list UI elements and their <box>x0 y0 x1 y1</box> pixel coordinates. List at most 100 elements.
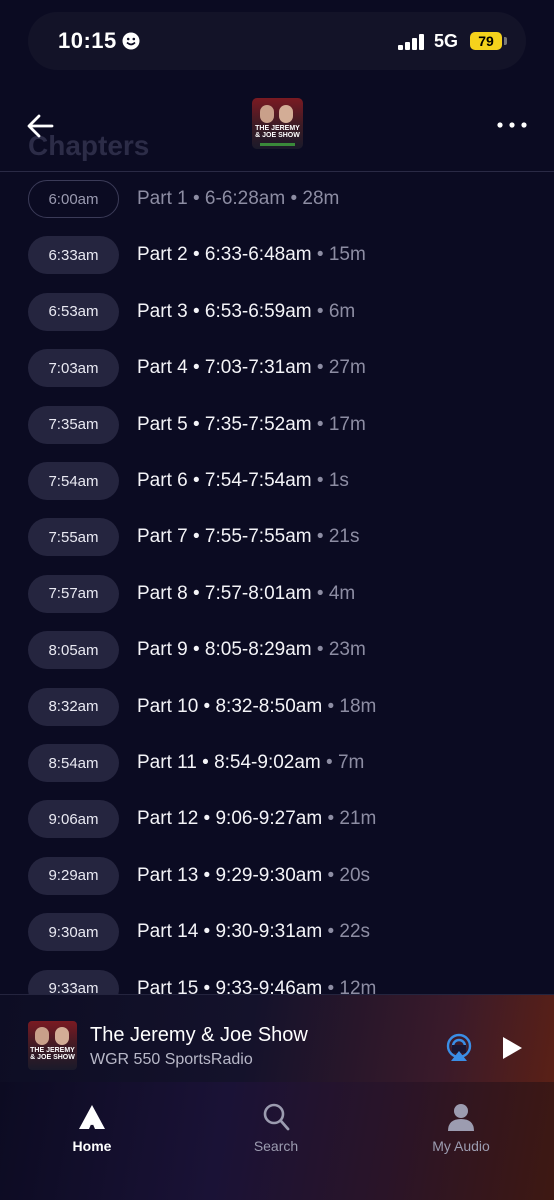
chapter-row[interactable]: 7:57am Part 8 • 7:57-8:01am • 4m <box>0 574 554 615</box>
chapter-time-chip[interactable]: 6:33am <box>28 236 119 275</box>
separator-dot: • <box>187 526 205 548</box>
chapter-list: 6:00am Part 1 • 6-6:28am • 28m 6:33am Part … <box>0 172 554 994</box>
person-icon <box>448 1104 474 1131</box>
chapter-duration: 4m <box>328 582 356 604</box>
chapter-time-chip[interactable]: 9:30am <box>28 913 119 952</box>
chapter-time-chip[interactable]: 6:53am <box>28 292 119 331</box>
chapter-duration: 22s <box>339 921 371 943</box>
chapter-duration: 27m <box>328 357 366 379</box>
chapter-time-chip[interactable]: 7:35am <box>28 405 119 444</box>
separator-dot: • <box>322 808 340 830</box>
tab-my-audio-label: My Audio <box>432 1138 490 1154</box>
chapter-time-chip[interactable]: 7:55am <box>28 518 119 557</box>
chapter-part: Part 3 <box>137 300 188 322</box>
chapter-part: Part 14 <box>137 921 199 943</box>
chapter-range: 6-6:28am <box>204 188 286 209</box>
chapter-time-chip[interactable]: 7:57am <box>28 574 119 613</box>
chapter-time-chip[interactable]: 7:54am <box>28 462 119 500</box>
chapter-part: Part 11 <box>137 752 197 773</box>
tab-home[interactable]: Home <box>32 1102 152 1162</box>
airplay-icon[interactable] <box>444 1033 474 1063</box>
chapter-duration: 6m <box>328 300 356 322</box>
chapter-range: 6:53-6:59am <box>204 300 312 322</box>
mini-player-title: The Jeremy & Joe Show <box>90 1024 308 1046</box>
chapter-range: 8:54-9:02am <box>214 752 321 773</box>
chapter-label: Part 10 • 8:32-8:50am • 18m <box>137 696 376 718</box>
chapter-time-chip[interactable]: 9:33am <box>28 969 119 994</box>
chapter-duration: 21m <box>339 808 377 830</box>
chapter-time-chip[interactable]: 6:00am <box>28 180 119 218</box>
chapter-range: 9:29-9:30am <box>215 864 323 886</box>
separator-dot: • <box>311 526 329 548</box>
chapter-row[interactable]: 6:00am Part 1 • 6-6:28am • 28m <box>0 180 554 220</box>
chapter-part: Part 12 <box>137 808 199 830</box>
chapter-label: Part 8 • 7:57-8:01am • 4m <box>137 583 355 605</box>
separator-dot: • <box>322 977 340 994</box>
separator-dot: • <box>198 695 216 717</box>
chapter-range: 7:35-7:52am <box>204 413 312 435</box>
chapter-duration: 17m <box>328 413 366 435</box>
chapter-duration: 15m <box>328 244 366 266</box>
chapter-part: Part 10 <box>137 695 199 717</box>
chapter-range: 7:54-7:54am <box>204 470 312 491</box>
chapter-label: Part 11 • 8:54-9:02am • 7m <box>137 752 364 774</box>
home-logo-icon <box>79 1105 105 1129</box>
battery-indicator: 79 <box>470 32 502 50</box>
chapter-row[interactable]: 8:32am Part 10 • 8:32-8:50am • 18m <box>0 687 554 728</box>
chapter-row[interactable]: 6:33am Part 2 • 6:33-6:48am • 15m <box>0 236 554 276</box>
tab-my-audio[interactable]: My Audio <box>401 1102 521 1162</box>
tab-home-label: Home <box>72 1138 112 1154</box>
chapter-label: Part 3 • 6:53-6:59am • 6m <box>137 301 355 323</box>
chapter-part: Part 1 <box>137 188 188 209</box>
tab-search[interactable]: Search <box>216 1102 336 1162</box>
chapter-time-chip[interactable]: 9:06am <box>28 800 119 839</box>
search-icon <box>263 1103 290 1131</box>
more-icon[interactable] <box>494 118 530 132</box>
chapter-time-chip[interactable]: 8:05am <box>28 631 119 670</box>
separator-dot: • <box>320 752 338 773</box>
chapter-time-chip[interactable]: 7:03am <box>28 349 119 388</box>
host-photo-left <box>35 1027 49 1045</box>
chapter-range: 6:33-6:48am <box>204 244 312 266</box>
chapter-row[interactable]: 7:55am Part 7 • 7:55-7:55am • 21s <box>0 518 554 558</box>
chapter-row[interactable]: 9:29am Part 13 • 9:29-9:30am • 20s <box>0 856 554 897</box>
chapter-row[interactable]: 9:33am Part 15 • 9:33-9:46am • 12m <box>0 969 554 994</box>
chapter-time-chip[interactable]: 9:29am <box>28 856 119 895</box>
separator-dot: • <box>311 244 329 266</box>
chapter-row[interactable]: 8:05am Part 9 • 8:05-8:29am • 23m <box>0 631 554 671</box>
chapter-time-chip[interactable]: 8:54am <box>28 744 119 782</box>
separator-dot: • <box>187 188 205 209</box>
back-arrow-icon[interactable] <box>22 108 62 144</box>
chapter-label: Part 7 • 7:55-7:55am • 21s <box>137 526 359 548</box>
chapter-label: Part 15 • 9:33-9:46am • 12m <box>137 978 376 994</box>
host-photo-right <box>279 105 293 123</box>
chapter-row[interactable]: 6:53am Part 3 • 6:53-6:59am • 6m <box>0 292 554 333</box>
chapter-label: Part 9 • 8:05-8:29am • 23m <box>137 639 366 661</box>
chapter-row[interactable]: 7:54am Part 6 • 7:54-7:54am • 1s <box>0 462 554 502</box>
chapter-time-chip[interactable]: 8:32am <box>28 687 119 726</box>
separator-dot: • <box>187 413 205 435</box>
battery-level: 79 <box>478 33 494 49</box>
chapters-header: Chapters THE JEREMY & JOE SHOW <box>0 90 554 172</box>
chapter-part: Part 9 <box>137 639 188 661</box>
chapter-part: Part 8 <box>137 582 188 604</box>
play-icon[interactable] <box>500 1035 524 1061</box>
chapter-row[interactable]: 9:30am Part 14 • 9:30-9:31am • 22s <box>0 913 554 953</box>
chapter-row[interactable]: 9:06am Part 12 • 9:06-9:27am • 21m <box>0 800 554 840</box>
separator-dot: • <box>187 470 205 491</box>
chapter-range: 8:32-8:50am <box>215 695 323 717</box>
show-cover-art: THE JEREMY & JOE SHOW <box>252 98 303 149</box>
chapter-label: Part 12 • 9:06-9:27am • 21m <box>137 808 376 830</box>
chapter-row[interactable]: 8:54am Part 11 • 8:54-9:02am • 7m <box>0 744 554 784</box>
chapter-row[interactable]: 7:35am Part 5 • 7:35-7:52am • 17m <box>0 405 554 446</box>
signal-strength-icon <box>398 34 424 50</box>
separator-dot: • <box>311 357 329 379</box>
chapter-range: 9:33-9:46am <box>215 977 323 994</box>
mini-player[interactable]: THE JEREMY & JOE SHOW The Jeremy & Joe S… <box>0 994 554 1083</box>
chapter-duration: 1s <box>328 470 349 491</box>
chapter-duration: 12m <box>339 977 377 994</box>
chapter-part: Part 6 <box>137 470 188 491</box>
chapter-range: 7:57-8:01am <box>204 582 312 604</box>
chapter-row[interactable]: 7:03am Part 4 • 7:03-7:31am • 27m <box>0 349 554 389</box>
chapter-range: 9:06-9:27am <box>215 808 323 830</box>
